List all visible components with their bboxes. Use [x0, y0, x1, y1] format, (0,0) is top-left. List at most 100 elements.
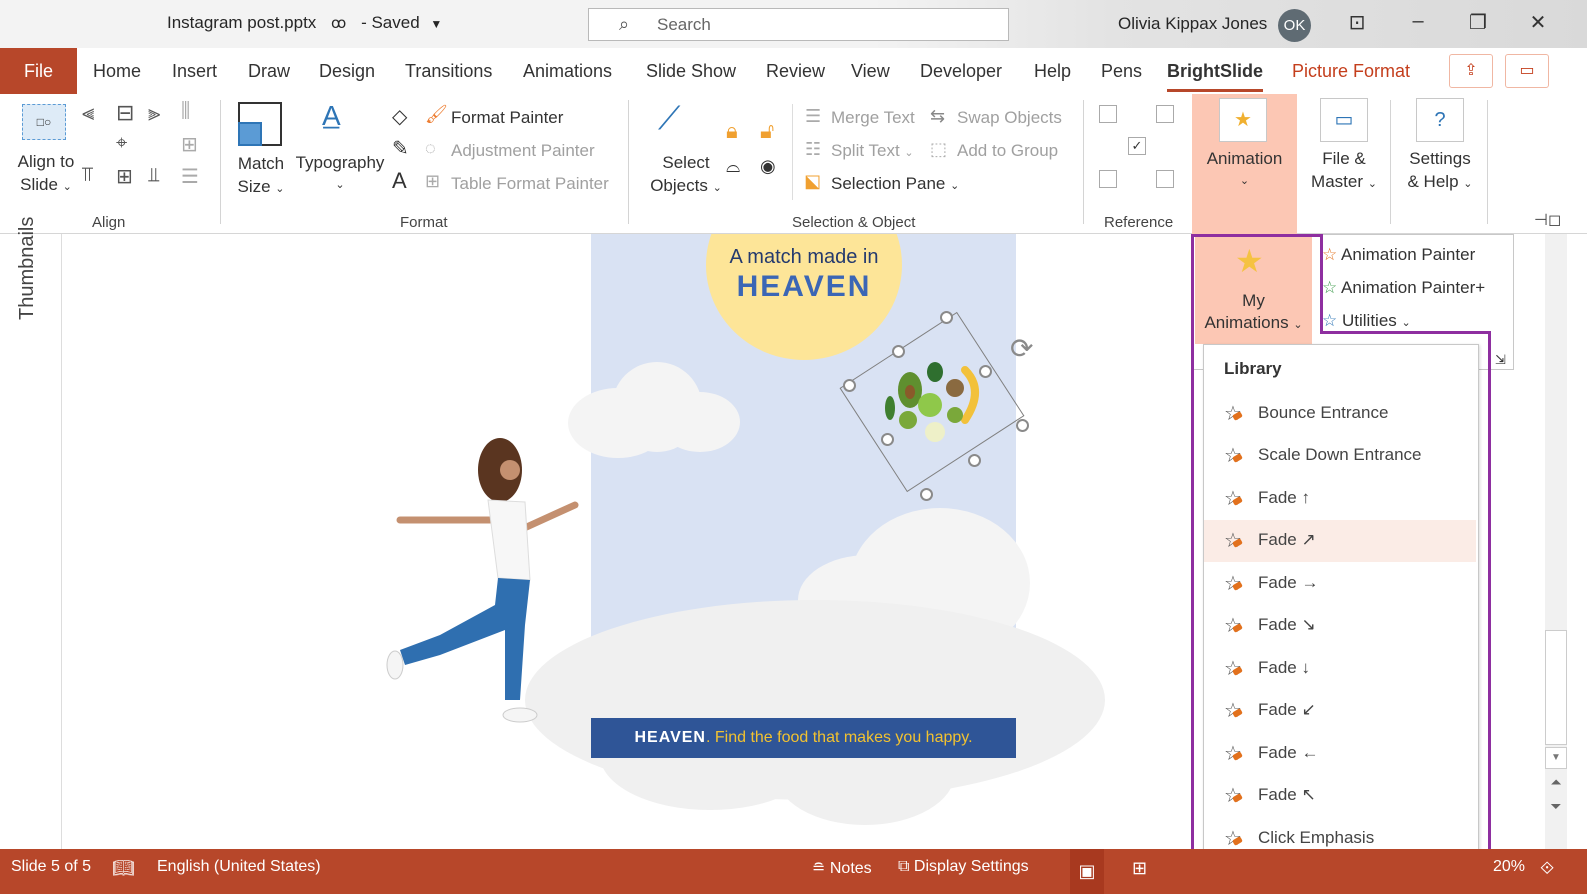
match-size-button[interactable]: Match Size ⌄ [230, 152, 292, 201]
format-painter-button[interactable]: Format Painter [451, 108, 563, 128]
match-size-label2: Size [237, 177, 271, 196]
search-input[interactable]: ⌕ Search [588, 8, 1009, 41]
rotate-handle-icon[interactable]: ⟳ [1010, 332, 1033, 365]
pin-ribbon-icon[interactable]: ⊣◻ [1534, 210, 1561, 230]
resize-handle[interactable] [940, 311, 953, 324]
add-to-group-button[interactable]: Add to Group [957, 141, 1058, 161]
notes-icon: ≘ [812, 860, 826, 877]
distribute-horizontal-icon[interactable]: ⫼ [181, 100, 190, 123]
table-format-painter-button[interactable]: Table Format Painter [451, 174, 609, 194]
tab-review[interactable]: Review [766, 61, 825, 82]
align-vcenter-icon[interactable]: ⊞ [116, 164, 133, 189]
resize-handle[interactable] [892, 345, 905, 358]
merge-text-button[interactable]: Merge Text [831, 108, 915, 128]
utilities-button[interactable]: ☆ Utilities ⌄ [1322, 311, 1411, 331]
animation-button[interactable]: Animation ⌄ [1192, 147, 1297, 193]
tab-brightslide[interactable]: BrightSlide [1167, 61, 1264, 92]
tab-picture-format[interactable]: Picture Format [1292, 61, 1410, 82]
banner-text[interactable]: HEAVEN. Find the food that makes you hap… [591, 718, 1016, 758]
tab-pens[interactable]: Pens [1101, 61, 1142, 82]
scroll-down-icon[interactable]: ▼ [1545, 747, 1567, 769]
minimize-icon[interactable]: – [1400, 10, 1436, 33]
distribute-vertical-icon[interactable]: ☰ [181, 164, 199, 189]
restore-icon[interactable]: ❐ [1460, 10, 1496, 35]
headline-big[interactable]: HEAVEN [706, 270, 902, 304]
tab-insert[interactable]: Insert [172, 61, 217, 82]
tab-help[interactable]: Help [1034, 61, 1071, 82]
settings-help-button[interactable]: Settings & Help ⌄ [1396, 147, 1484, 196]
resize-handle[interactable] [1016, 419, 1029, 432]
align-to-slide-button[interactable]: Align to Slide ⌄ [10, 150, 82, 199]
animation-painter-plus-button[interactable]: ☆ Animation Painter+ [1322, 278, 1485, 298]
tab-animations[interactable]: Animations [523, 61, 612, 82]
reference-checkbox-bottom-left[interactable] [1099, 170, 1117, 188]
ribbon-display-icon[interactable]: ⊡ [1339, 10, 1375, 35]
display-settings-button[interactable]: ⧉ Display Settings [898, 858, 1029, 876]
reference-checkbox-center[interactable]: ✓ [1128, 137, 1146, 155]
tab-view[interactable]: View [851, 61, 890, 82]
slide-counter[interactable]: Slide 5 of 5 [11, 858, 91, 876]
slide-sorter-icon[interactable]: ⊞ [1132, 858, 1147, 879]
scrollbar-thumb[interactable] [1545, 630, 1567, 745]
file-master-button[interactable]: File & Master ⌄ [1302, 147, 1386, 196]
tab-transitions[interactable]: Transitions [405, 61, 492, 82]
tab-developer[interactable]: Developer [920, 61, 1002, 82]
people-icon[interactable]: ꝏ [331, 15, 346, 32]
notes-button[interactable]: ≘ Notes [812, 858, 872, 878]
unlock-icon[interactable]: 🔓︎ [760, 118, 774, 144]
comments-icon[interactable]: ▭ [1505, 54, 1549, 88]
resize-handle[interactable] [920, 488, 933, 501]
resize-handle[interactable] [881, 433, 894, 446]
thumbnails-pane[interactable] [0, 234, 62, 849]
running-woman-image[interactable] [380, 430, 590, 730]
adjustment-painter-button[interactable]: Adjustment Painter [451, 141, 595, 161]
zoom-level[interactable]: 20% [1493, 858, 1525, 876]
reference-checkbox-top-right[interactable] [1156, 105, 1174, 123]
previous-slide-icon[interactable]: ⏶ [1545, 774, 1567, 791]
show-icon[interactable]: ◉ [760, 156, 776, 177]
align-center-icon[interactable]: ⊟ [116, 100, 134, 126]
resize-handle[interactable] [979, 365, 992, 378]
dialog-launcher-icon[interactable]: ⇲ [1495, 352, 1506, 368]
vertical-scrollbar[interactable]: ▼ ⏶ ⏷ [1545, 234, 1567, 849]
caret-down-icon[interactable]: ▼ [430, 17, 442, 31]
align-right-icon[interactable]: ⫸ [148, 100, 160, 126]
selection-pane-button[interactable]: Selection Pane ⌄ [831, 174, 959, 194]
fill-painter-icon[interactable]: ◇ [392, 104, 407, 129]
select-objects-button[interactable]: Select Objects ⌄ [650, 151, 722, 200]
align-middle-icon[interactable]: ⌖ [116, 132, 127, 155]
thumbnails-label[interactable]: Thumbnails [16, 217, 39, 320]
tab-file[interactable]: File [0, 48, 77, 94]
align-bottom-icon[interactable]: ⫫ [148, 164, 159, 187]
animation-painter-button[interactable]: ☆ Animation Painter [1322, 245, 1475, 265]
reference-checkbox-top-left[interactable] [1099, 105, 1117, 123]
lock-icon[interactable]: 🔒︎ [726, 118, 738, 144]
normal-view-icon[interactable]: ▣ [1070, 849, 1104, 894]
close-icon[interactable]: ✕ [1520, 10, 1556, 35]
spelling-check-icon[interactable]: 📖︎ [112, 858, 135, 879]
share-icon[interactable]: ⇪ [1449, 54, 1493, 88]
resize-handle[interactable] [843, 379, 856, 392]
font-color-icon[interactable]: A [392, 168, 407, 194]
headline-small[interactable]: A match made in [706, 246, 902, 269]
swap-objects-button[interactable]: Swap Objects [957, 108, 1062, 128]
typography-button[interactable]: Typography ⌄ [294, 151, 386, 197]
outline-painter-icon[interactable]: ✎ [392, 136, 409, 161]
align-left-icon[interactable]: ⫷ [82, 100, 94, 126]
grid-icon[interactable]: ⊞ [181, 132, 198, 157]
reference-checkbox-bottom-right[interactable] [1156, 170, 1174, 188]
fit-to-window-icon[interactable]: ⟐ [1540, 858, 1554, 879]
resize-handle[interactable] [968, 454, 981, 467]
tab-draw[interactable]: Draw [248, 61, 290, 82]
avatar[interactable]: OK [1278, 9, 1311, 42]
hide-icon[interactable]: ⌓ [726, 156, 740, 177]
annotation-outline [1191, 234, 1323, 886]
split-text-button[interactable]: Split Text ⌄ [831, 141, 914, 161]
tab-home[interactable]: Home [93, 61, 141, 82]
language-indicator[interactable]: English (United States) [157, 858, 321, 876]
next-slide-icon[interactable]: ⏷ [1545, 798, 1567, 815]
align-top-icon[interactable]: ⫪ [82, 164, 93, 187]
tab-design[interactable]: Design [319, 61, 375, 82]
user-name[interactable]: Olivia Kippax Jones [1118, 14, 1267, 34]
tab-slide-show[interactable]: Slide Show [646, 61, 736, 82]
